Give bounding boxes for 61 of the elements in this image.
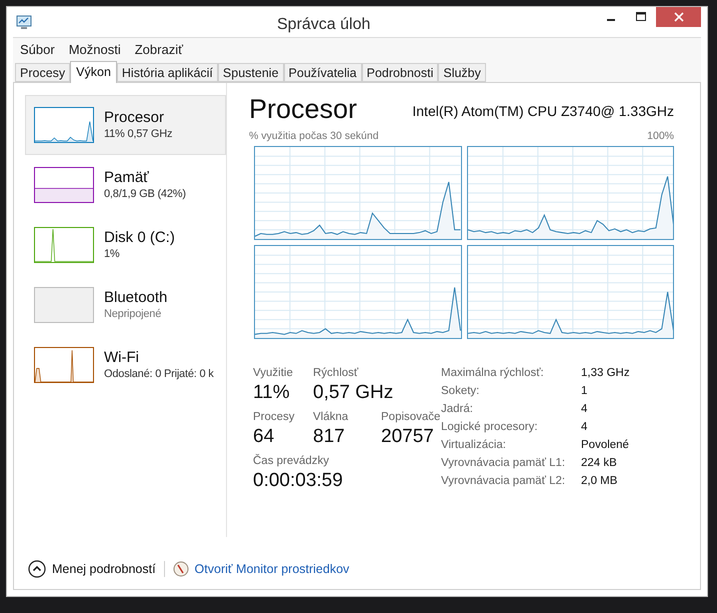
stat-value: 0,57 GHz bbox=[313, 380, 394, 405]
graph-label: % využitia počas 30 sekúnd bbox=[249, 129, 379, 144]
device-name: Procesor bbox=[104, 108, 166, 127]
close-button[interactable] bbox=[656, 7, 701, 27]
resource-monitor-link[interactable]: Otvoriť Monitor prostriedkov bbox=[194, 560, 350, 578]
tab[interactable]: Podrobnosti bbox=[362, 63, 438, 82]
spec-value: 2,0 MB bbox=[581, 474, 618, 489]
stat-value: 11% bbox=[253, 380, 291, 405]
device-name: Disk 0 (C:) bbox=[104, 228, 175, 247]
tab[interactable]: Služby bbox=[438, 63, 486, 82]
spec-label: Logické procesory: bbox=[441, 420, 539, 435]
stat-label: Čas prevádzky bbox=[253, 453, 330, 469]
fewer-details-button[interactable]: Menej podrobností bbox=[28, 560, 156, 578]
window-title: Správca úloh bbox=[277, 15, 370, 35]
stat-value: 817 bbox=[313, 424, 346, 449]
spec-label: Jadrá: bbox=[441, 402, 474, 417]
device-detail: Odoslané: 0 Prijaté: 0 k bbox=[104, 367, 214, 382]
spec-value: 1 bbox=[581, 384, 588, 399]
device-name: Wi-Fi bbox=[104, 348, 140, 367]
minimize-icon bbox=[607, 19, 615, 21]
spec-label: Vyrovnávacia pamäť L2: bbox=[441, 474, 566, 489]
tab[interactable]: História aplikácií bbox=[116, 63, 218, 82]
stat-label: Popisovače bbox=[381, 410, 441, 425]
tab[interactable]: Používatelia bbox=[284, 63, 362, 82]
stat-value: 20757 bbox=[381, 424, 435, 449]
menu-item[interactable]: Zobraziť bbox=[128, 40, 190, 60]
stat-label: Procesy bbox=[253, 410, 296, 425]
spec-label: Sokety: bbox=[441, 384, 480, 399]
close-icon bbox=[674, 12, 684, 22]
menu-item[interactable]: Možnosti bbox=[62, 40, 128, 60]
tab[interactable]: Spustenie bbox=[218, 63, 284, 82]
spec-value: 224 kB bbox=[581, 456, 618, 471]
gauge-icon bbox=[172, 561, 189, 577]
device-detail: 0,8/1,9 GB (42%) bbox=[104, 187, 186, 202]
maximize-icon bbox=[636, 12, 646, 22]
spec-label: Maximálna rýchlosť: bbox=[441, 366, 545, 381]
spec-value: 1,33 GHz bbox=[581, 366, 630, 381]
stat-label: Vlákna bbox=[313, 410, 350, 425]
panel-title: Procesor bbox=[249, 93, 358, 125]
stat-value: 64 bbox=[253, 424, 276, 449]
menu-item[interactable]: Súbor bbox=[13, 40, 62, 60]
spec-value: 4 bbox=[581, 420, 588, 435]
stat-label: Využitie bbox=[253, 366, 294, 381]
spec-value: Povolené bbox=[581, 438, 630, 453]
chevron-up-icon bbox=[28, 560, 46, 578]
app-monitor-icon bbox=[16, 14, 32, 30]
cpu-model: Intel(R) Atom(TM) CPU Z3740@ 1.33GHz bbox=[412, 102, 674, 121]
device-name: Pamäť bbox=[104, 168, 150, 187]
stat-label: Rýchlosť bbox=[313, 366, 360, 381]
stat-value: 0:00:03:59 bbox=[253, 468, 344, 493]
device-detail: 1% bbox=[104, 247, 120, 262]
device-name: Bluetooth bbox=[104, 288, 168, 307]
graph-max-label: 100% bbox=[647, 129, 674, 144]
tab[interactable]: Výkon bbox=[70, 61, 117, 83]
spec-value: 4 bbox=[581, 402, 588, 417]
spec-label: Vyrovnávacia pamäť L1: bbox=[441, 456, 566, 471]
tab[interactable]: Procesy bbox=[15, 63, 70, 82]
sidebar-item[interactable]: Procesor 11% 0,57 GHz bbox=[25, 95, 226, 155]
device-detail: 11% 0,57 GHz bbox=[104, 127, 172, 142]
device-detail: Nepripojené bbox=[104, 307, 162, 322]
spec-label: Virtualizácia: bbox=[441, 438, 507, 453]
